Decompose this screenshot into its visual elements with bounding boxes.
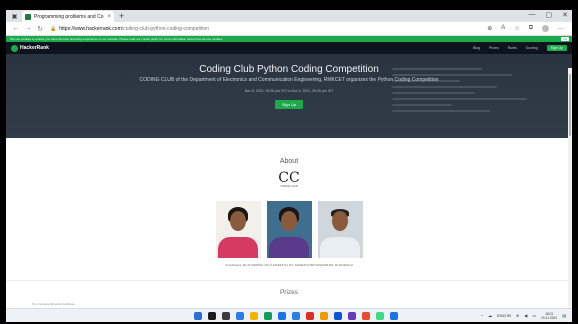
browser-tab-strip: ▣ Programming problems and Co × + — ▢ ✕ (6, 10, 572, 22)
screen: ▣ Programming problems and Co × + — ▢ ✕ … (6, 10, 572, 322)
taskbar-app-icon-7[interactable] (278, 311, 286, 320)
browser-tab[interactable]: Programming problems and Co × (22, 11, 114, 22)
new-tab-button[interactable]: + (119, 11, 124, 21)
tray-chevron-icon[interactable]: ^ (481, 313, 483, 318)
taskbar-app-icon-5[interactable] (250, 311, 258, 320)
site-nav: Blog Prizes Rules Scoring Sign Up (473, 45, 567, 51)
nav-prizes[interactable]: Prizes (489, 46, 499, 50)
hero-signup-button[interactable]: Sign Up (274, 100, 304, 109)
nav-scoring[interactable]: Scoring (526, 46, 538, 50)
taskbar-app-icon-9[interactable] (306, 311, 314, 320)
more-options-icon[interactable]: … (558, 25, 564, 32)
contest-title: Coding Club Python Coding Competition (199, 64, 379, 75)
clock-date: 20-11-2021 (541, 315, 558, 320)
taskbar-app-icon-14[interactable] (376, 311, 384, 320)
coordinator-photo-2 (266, 201, 312, 258)
clock[interactable]: 18:01 20-11-2021 (541, 312, 557, 320)
hackerrank-favicon-icon (25, 13, 31, 20)
taskbar-app-icon-1[interactable] (194, 311, 202, 320)
maximize-button[interactable]: ▢ (546, 11, 553, 19)
collections-icon[interactable]: ⧉ (529, 25, 533, 32)
page-scrollbar[interactable] (568, 68, 572, 308)
address-bar: ← → ↻ 🔒 https://www.hackerrank.com /codi… (6, 22, 572, 36)
cookie-ok-button[interactable]: Ok (561, 37, 569, 41)
windows-taskbar: ^ ☁ ENG IN ≋ ◀ ▭ 18:01 20-11-2021 ▤ (6, 308, 572, 322)
taskbar-apps (194, 311, 398, 320)
hackerrank-logo-icon (11, 44, 18, 52)
taskbar-app-icon-4[interactable] (236, 311, 244, 320)
taskbar-app-icon-12[interactable] (348, 311, 356, 320)
coordinator-photo-1 (215, 201, 261, 258)
taskbar-app-icon-2[interactable] (208, 311, 216, 320)
header-signup-button[interactable]: Sign Up (546, 45, 567, 51)
prizes-text: Top 3 winners will get E-Certificate (32, 302, 75, 306)
club-logo-mark: CC (278, 170, 300, 186)
taskbar-app-icon-6[interactable] (264, 311, 272, 320)
notifications-icon[interactable]: ▤ (562, 313, 566, 318)
main-content: About CC CODING CLUB Coordinators: Mrs.R… (6, 158, 572, 306)
battery-icon[interactable]: ▭ (532, 313, 536, 318)
taskbar-app-icon-15[interactable] (390, 311, 398, 320)
nav-rules[interactable]: Rules (508, 46, 517, 50)
zoom-icon[interactable]: ⊕ (487, 25, 492, 32)
taskbar-app-icon-3[interactable] (222, 311, 230, 320)
system-tray: ^ ☁ ENG IN ≋ ◀ ▭ 18:01 20-11-2021 ▤ (481, 312, 566, 320)
profile-avatar[interactable] (542, 25, 549, 32)
scrollbar-thumb[interactable] (569, 74, 571, 136)
contest-subtitle: CODING CLUB of the Department of Electro… (139, 77, 439, 83)
hackerrank-logo[interactable]: HackerRank (11, 44, 49, 52)
lock-icon: 🔒 (50, 25, 57, 32)
forward-icon[interactable]: → (22, 25, 34, 32)
favorite-star-icon[interactable]: ☆ (514, 25, 519, 32)
coding-club-logo: CC CODING CLUB (276, 171, 302, 193)
coordinator-photo-3 (317, 201, 363, 258)
taskbar-app-icon-10[interactable] (320, 311, 328, 320)
wifi-icon[interactable]: ≋ (516, 313, 519, 318)
prizes-heading: Prizes (279, 289, 299, 296)
cookie-notice-text: We use cookies to ensure you have the be… (10, 37, 224, 41)
tab-close-icon[interactable]: × (107, 14, 111, 20)
club-logo-caption: CODING CLUB (280, 185, 298, 188)
reload-icon[interactable]: ↻ (34, 25, 46, 33)
cloud-icon[interactable]: ☁ (488, 313, 492, 318)
coordinator-photos (6, 201, 572, 258)
tab-title: Programming problems and Co (34, 13, 104, 20)
coordinator-caption: Coordinators: Mrs.R.SWAPNA, Mrs.K.SANDHI… (225, 263, 353, 267)
language-indicator[interactable]: ENG IN (497, 313, 511, 318)
about-heading: About (279, 158, 299, 165)
taskbar-app-icon-8[interactable] (292, 311, 300, 320)
window-controls: — ▢ ✕ (529, 11, 569, 19)
window-menu-icon[interactable]: ▣ (10, 12, 19, 20)
taskbar-app-icon-11[interactable] (334, 311, 342, 320)
contest-dates: Nov 8, 2021, 09:30 pm IST to Nov 9, 2021… (244, 89, 334, 93)
url-path: /coding-club-python-coding-competition (121, 25, 210, 32)
back-icon[interactable]: ← (10, 25, 22, 32)
close-window-button[interactable]: ✕ (562, 11, 568, 19)
logo-text: HackerRank (20, 45, 49, 51)
url-host: https://www.hackerrank.com (59, 25, 122, 32)
taskbar-app-icon-13[interactable] (362, 311, 370, 320)
hero-banner: Coding Club Python Coding Competition CO… (6, 54, 572, 138)
read-aloud-icon[interactable]: A (501, 25, 505, 32)
site-header: HackerRank Blog Prizes Rules Scoring Sig… (6, 42, 572, 54)
volume-icon[interactable]: ◀ (524, 313, 527, 318)
minimize-button[interactable]: — (529, 11, 536, 19)
nav-blog[interactable]: Blog (473, 46, 480, 50)
browser-toolbar: ⊕ A ☆ ⧉ … (487, 25, 568, 32)
section-divider (6, 280, 572, 281)
url-field[interactable]: 🔒 https://www.hackerrank.com /coding-clu… (50, 24, 487, 34)
